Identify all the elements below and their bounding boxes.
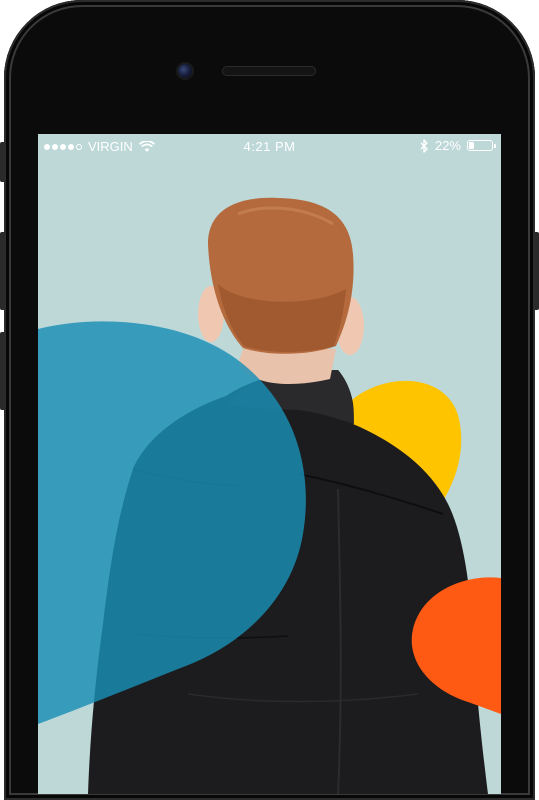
battery-percent: 22% — [434, 138, 461, 153]
hero-illustration — [38, 197, 501, 794]
phone-mockup: VIRGIN 4:21 PM 22% — [0, 0, 539, 800]
status-bar: VIRGIN 4:21 PM 22% — [38, 134, 501, 160]
earpiece-speaker — [222, 66, 316, 76]
battery-cap — [494, 144, 496, 148]
battery-icon — [467, 140, 496, 151]
status-right: 22% — [420, 138, 496, 153]
battery-level — [469, 142, 474, 149]
front-camera — [178, 64, 192, 78]
phone-screen: VIRGIN 4:21 PM 22% — [38, 134, 501, 794]
bluetooth-icon — [420, 138, 428, 153]
